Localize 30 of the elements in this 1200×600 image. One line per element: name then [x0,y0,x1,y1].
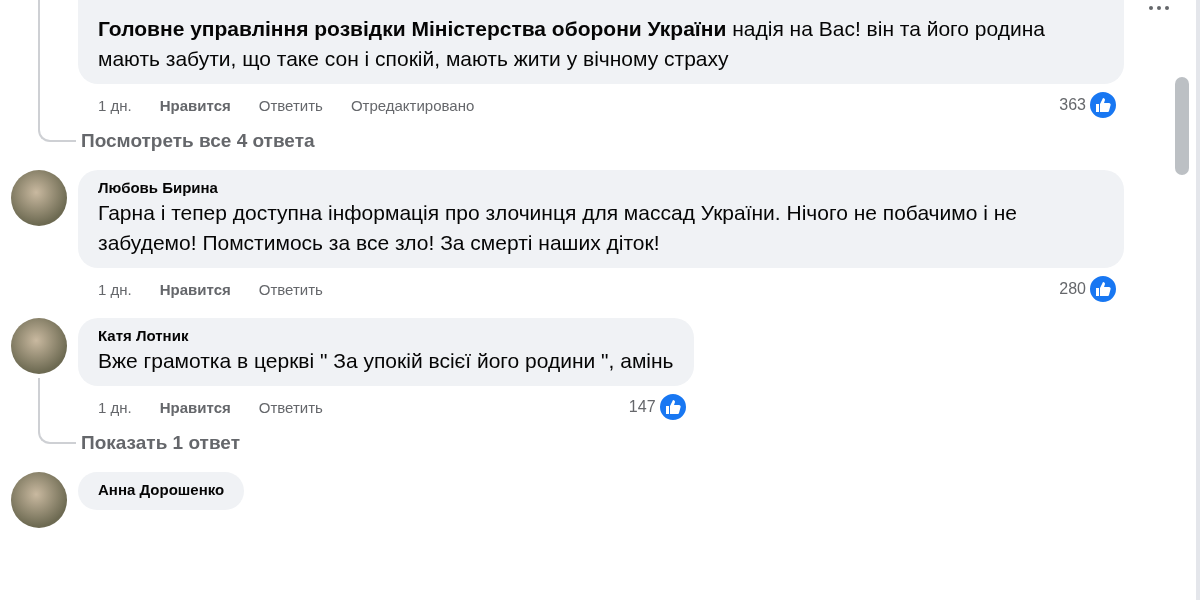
author-name[interactable]: Катя Лотник [98,326,674,346]
like-icon[interactable] [1088,90,1118,120]
avatar[interactable] [11,472,67,528]
view-replies-link[interactable]: Показать 1 ответ [81,422,240,462]
like-icon[interactable] [1088,274,1118,304]
edited-label: Отредактировано [350,96,475,114]
scrollbar-thumb[interactable] [1175,77,1189,175]
thread-line [38,378,76,444]
author-name[interactable]: Анна Дорошенко [98,480,225,500]
like-icon[interactable] [657,392,688,422]
timestamp-link[interactable]: 1 дн. [98,96,132,114]
reaction-count[interactable]: 147 [628,398,656,416]
avatar[interactable] [11,318,67,374]
comment-text: Вже грамотка в церкві " За упокій всієї його родини ", амінь [98,348,674,374]
author-name[interactable]: Любовь Бирина [98,178,1104,198]
reaction-count[interactable]: 280 [1059,280,1086,298]
timestamp-link[interactable]: 1 дн. [98,280,132,298]
reply-link[interactable]: Ответить [258,96,323,114]
timestamp-link[interactable]: 1 дн. [98,398,132,416]
more-options-icon[interactable] [1148,5,1170,11]
comment-text: Головне управління розвідки Міністерства оборони України надія на Вас! він та його родина мають забути, що таке сон і спокій, мають жити у вічному страху [98,16,1046,72]
reply-link[interactable]: Ответить [258,398,323,416]
comment-text: Гарна і тепер доступна інформація про злочинця для массад України. Нічого не побачимо і не забудемо! Помстимось за все зло! За смерті наших діток! [98,200,1018,256]
like-link[interactable]: Нравится [159,96,231,114]
like-link[interactable]: Нравится [159,280,231,298]
reply-link[interactable]: Ответить [258,280,323,298]
reaction-count[interactable]: 363 [1059,96,1086,114]
avatar[interactable] [11,170,67,226]
view-replies-link[interactable]: Посмотреть все 4 ответа [81,120,315,160]
like-link[interactable]: Нравится [159,398,231,416]
